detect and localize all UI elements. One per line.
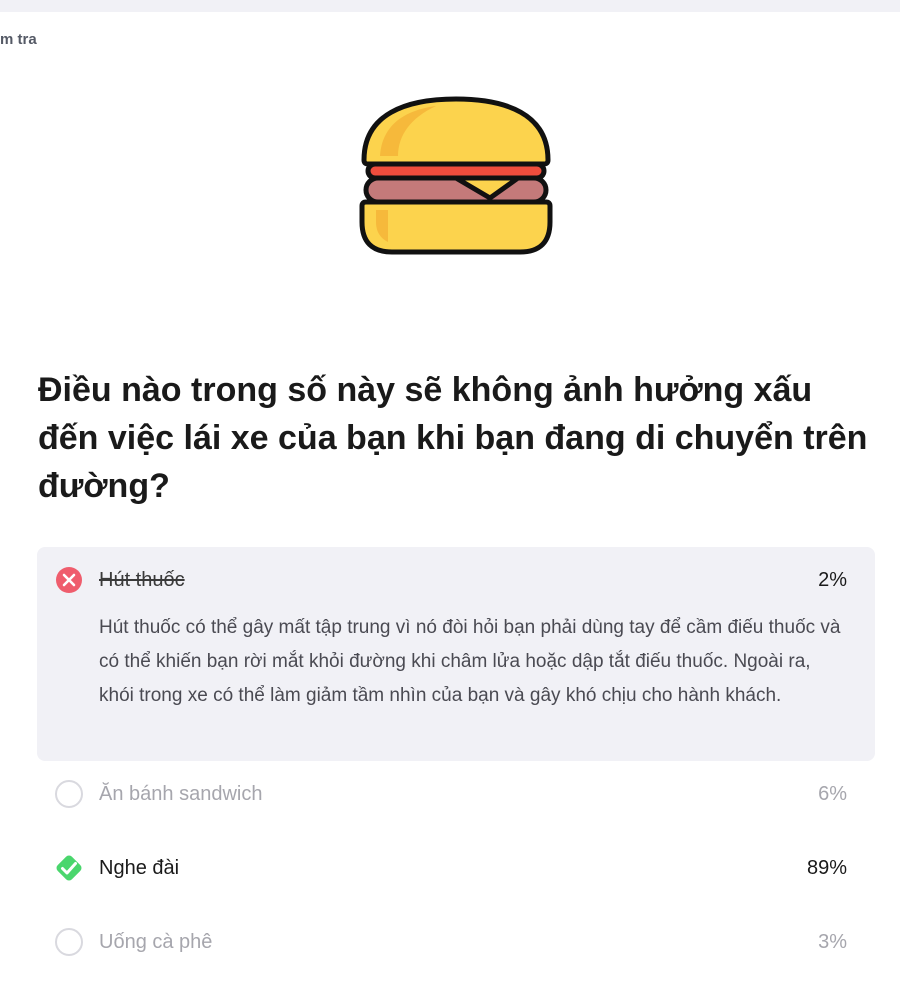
question-text: Điều nào trong số này sẽ không ảnh hưởng… xyxy=(38,371,868,505)
answer-option-smoking[interactable]: Hút thuốc 2% Hút thuốc có thể gây mất tậ… xyxy=(37,547,875,761)
empty-circle-icon xyxy=(55,780,83,808)
answer-percent: 6% xyxy=(818,783,847,805)
answer-label: Ăn bánh sandwich xyxy=(99,783,263,805)
x-circle-icon xyxy=(55,566,83,594)
burger-icon xyxy=(358,96,554,258)
answer-options: Hút thuốc 2% Hút thuốc có thể gây mất tậ… xyxy=(37,547,875,983)
empty-circle-icon xyxy=(55,928,83,956)
top-bar xyxy=(0,0,900,12)
answer-percent: 3% xyxy=(818,931,847,953)
answer-option-sandwich[interactable]: Ăn bánh sandwich 6% xyxy=(37,761,875,835)
answer-label: Nghe đài xyxy=(99,857,180,879)
answer-percent: 89% xyxy=(806,857,847,879)
answer-option-coffee[interactable]: Uống cà phê 3% xyxy=(37,909,875,983)
check-diamond-icon xyxy=(51,850,87,886)
answer-explanation: Hút thuốc có thể gây mất tập trung vì nó… xyxy=(99,617,841,706)
answer-percent: 2% xyxy=(818,569,847,591)
answer-option-radio[interactable]: Nghe đài 89% xyxy=(37,835,875,909)
breadcrumb[interactable]: m tra xyxy=(0,31,37,48)
answer-label: Uống cà phê xyxy=(99,931,213,953)
answer-label: Hút thuốc xyxy=(99,569,185,591)
